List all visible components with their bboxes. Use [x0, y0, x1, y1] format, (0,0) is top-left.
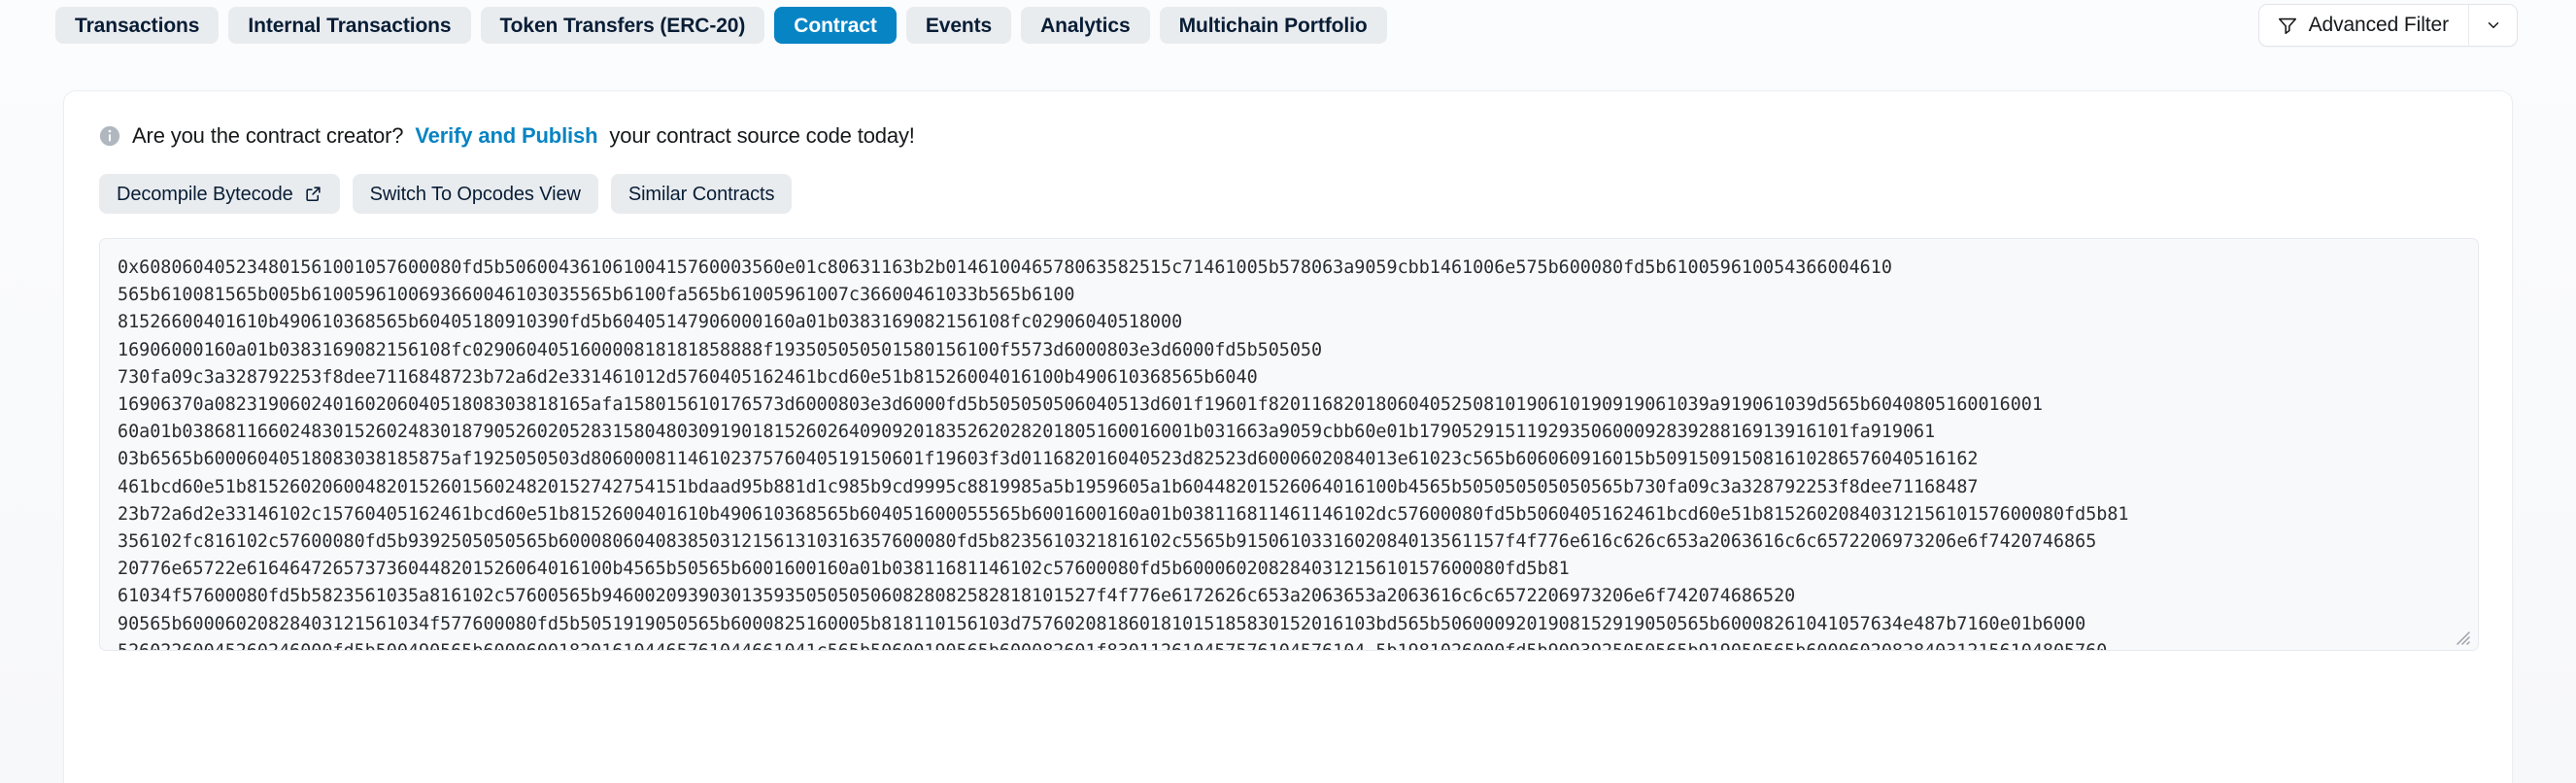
contract-action-buttons: Decompile Bytecode Switch To Opcodes Vie… — [64, 147, 2512, 214]
notice-text-before: Are you the contract creator? — [132, 123, 404, 148]
decompile-bytecode-button[interactable]: Decompile Bytecode — [99, 174, 340, 214]
external-link-icon — [304, 185, 322, 203]
chevron-down-icon — [2485, 17, 2502, 34]
filter-funnel-icon — [2277, 15, 2298, 36]
switch-to-opcodes-view-button[interactable]: Switch To Opcodes View — [352, 174, 598, 214]
verify-notice: Are you the contract creator? Verify and… — [64, 91, 2512, 147]
tab-token-transfers[interactable]: Token Transfers (ERC-20) — [480, 7, 765, 44]
verify-and-publish-link[interactable]: Verify and Publish — [415, 125, 597, 147]
tab-internal-transactions[interactable]: Internal Transactions — [228, 7, 471, 44]
tab-contract[interactable]: Contract — [774, 7, 897, 44]
advanced-filter-button[interactable]: Advanced Filter — [2259, 5, 2468, 46]
tab-transactions[interactable]: Transactions — [55, 7, 220, 44]
tab-list: Transactions Internal Transactions Token… — [55, 0, 1387, 51]
contract-bytecode-page: Transactions Internal Transactions Token… — [0, 0, 2576, 783]
advanced-filter-label: Advanced Filter — [2308, 14, 2450, 36]
advanced-filter-dropdown-toggle[interactable] — [2468, 5, 2517, 46]
bytecode-container: 0x608060405234801561001057600080fd5b5060… — [99, 238, 2479, 651]
top-tab-bar: Transactions Internal Transactions Token… — [0, 0, 2576, 51]
contract-card: Are you the contract creator? Verify and… — [63, 90, 2513, 783]
similar-contracts-button[interactable]: Similar Contracts — [610, 174, 793, 214]
notice-text-after: your contract source code today! — [609, 123, 915, 148]
bytecode-textarea[interactable]: 0x608060405234801561001057600080fd5b5060… — [99, 238, 2479, 651]
decompile-bytecode-label: Decompile Bytecode — [117, 183, 293, 205]
advanced-filter-group: Advanced Filter — [2257, 4, 2518, 47]
tab-events[interactable]: Events — [905, 7, 1012, 44]
tab-analytics[interactable]: Analytics — [1021, 7, 1150, 44]
tab-multichain-portfolio[interactable]: Multichain Portfolio — [1159, 7, 1387, 44]
info-circle-icon — [99, 125, 120, 147]
